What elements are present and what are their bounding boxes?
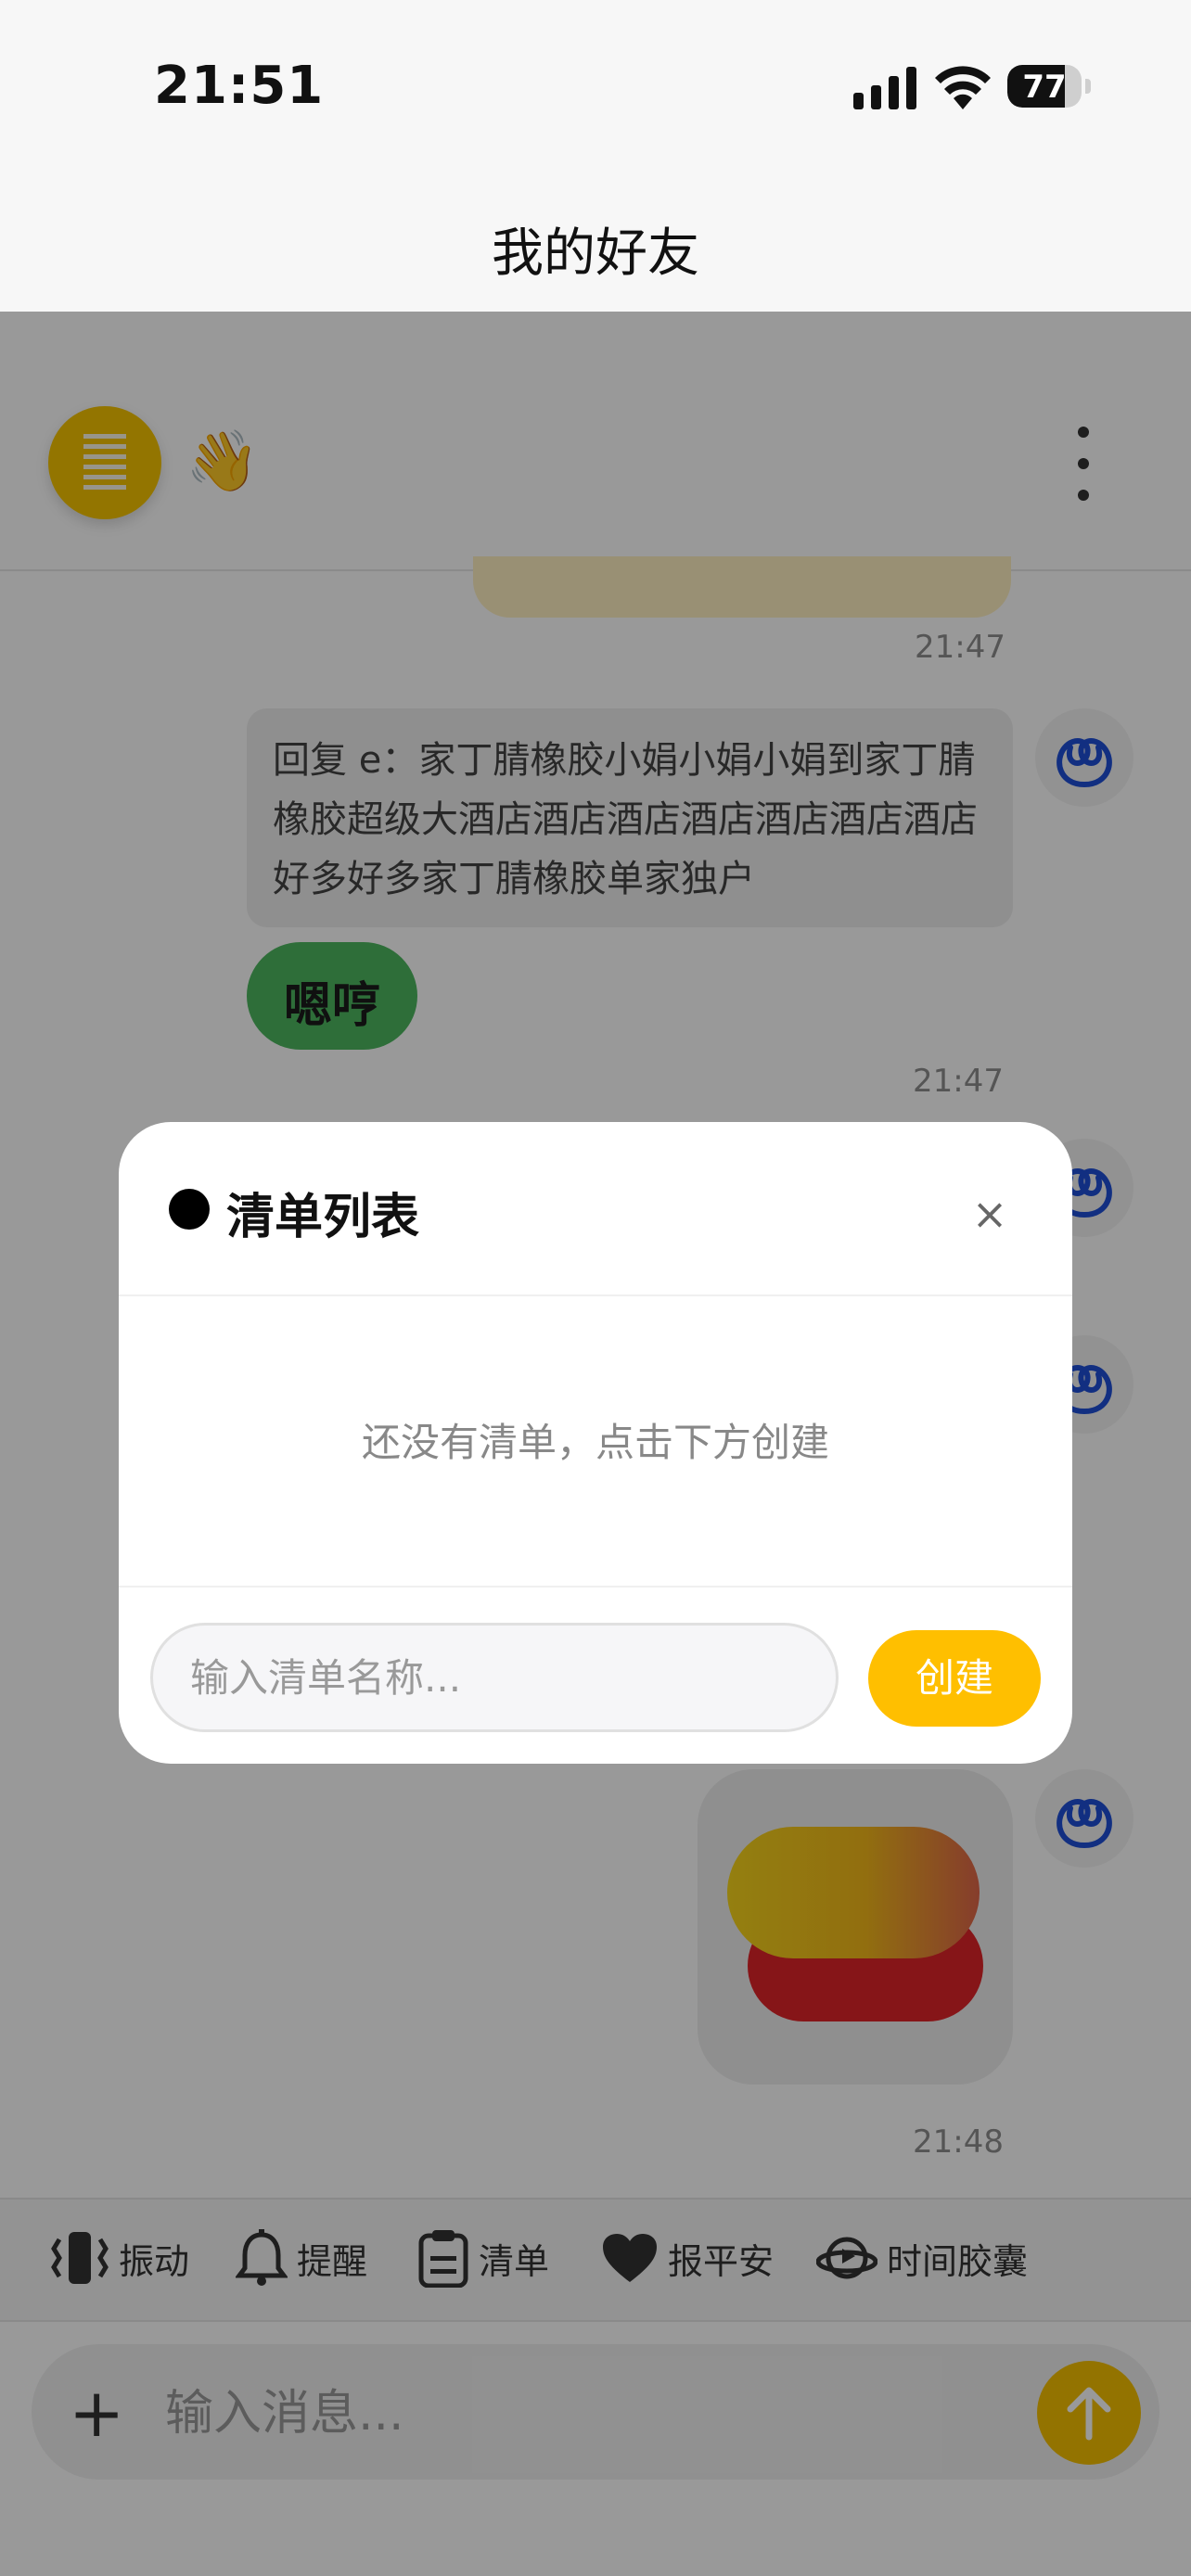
checklist-modal: 清单列表 × 还没有清单，点击下方创建 创建 (119, 1122, 1072, 1764)
page-title: 我的好友 (492, 223, 699, 284)
empty-state-text: 还没有清单，点击下方创建 (361, 1420, 829, 1465)
battery-icon: 77 (1007, 65, 1091, 109)
bullet-dot-icon (169, 1189, 210, 1230)
close-button[interactable]: × (967, 1191, 1013, 1237)
create-button[interactable]: 创建 (868, 1630, 1041, 1727)
wifi-icon (935, 66, 991, 109)
checklist-name-input[interactable] (150, 1623, 839, 1732)
modal-title: 清单列表 (226, 1190, 420, 1245)
modal-footer: 创建 (119, 1586, 1072, 1764)
battery-level: 77 (1022, 69, 1067, 106)
cellular-signal-icon (853, 67, 916, 109)
status-time: 21:51 (154, 56, 325, 116)
modal-header: 清单列表 × (119, 1122, 1072, 1296)
